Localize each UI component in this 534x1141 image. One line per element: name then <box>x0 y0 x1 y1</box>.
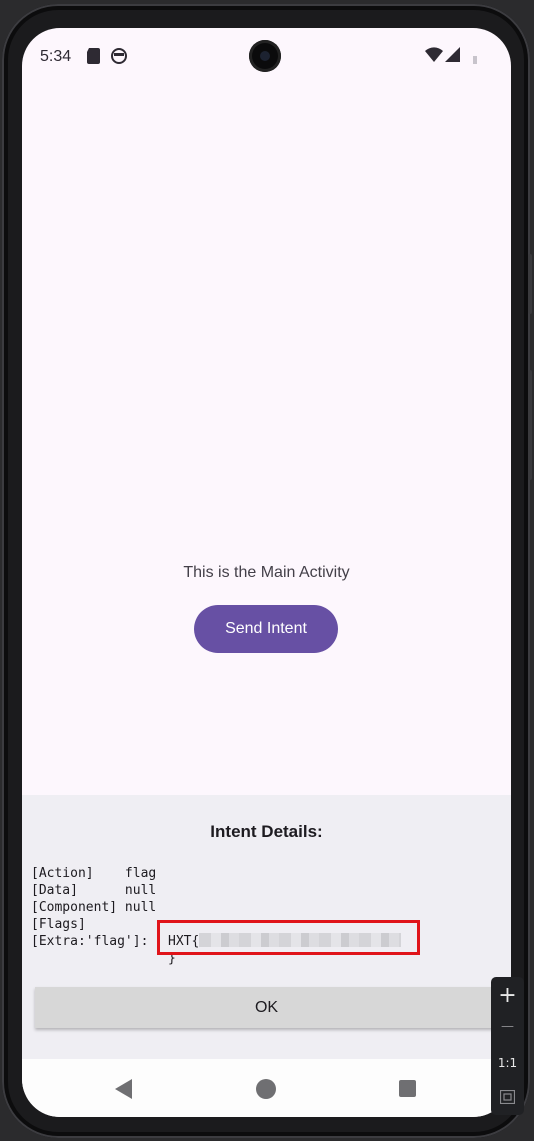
intent-details-list: [Action] flag [Data] null [Component] nu… <box>31 865 402 966</box>
dialog-title: Intent Details: <box>210 822 323 841</box>
intent-line-data: [Data] null <box>31 883 157 898</box>
ok-button[interactable]: OK <box>35 987 498 1028</box>
intent-line-extra-flag: [Extra:'flag']: HXT{} <box>31 933 402 966</box>
zoom-out-button[interactable]: — <box>491 1019 524 1034</box>
extra-flag-key: [Extra:'flag']: <box>31 934 149 949</box>
recent-apps-icon[interactable] <box>399 1080 416 1097</box>
send-intent-button[interactable]: Send Intent <box>194 605 338 653</box>
emulator-zoom-panel: + — 1:1 <box>491 977 524 1115</box>
sd-card-icon <box>87 48 100 64</box>
home-icon[interactable] <box>256 1079 276 1099</box>
zoom-ratio-button[interactable]: 1:1 <box>491 1056 524 1070</box>
main-activity-text: This is the Main Activity <box>183 564 350 581</box>
system-face-icon <box>111 48 127 64</box>
navigation-bar <box>22 1059 511 1117</box>
device-screen: 5:34 This is the Main Activity Send Inte… <box>22 28 511 1117</box>
front-camera <box>249 40 281 72</box>
wifi-icon <box>425 47 443 62</box>
zoom-fit-icon[interactable] <box>500 1090 515 1104</box>
status-time: 5:34 <box>40 48 72 65</box>
back-icon[interactable] <box>115 1079 132 1099</box>
intent-details-dialog: Intent Details: [Action] flag [Data] nul… <box>22 795 511 1059</box>
intent-line-component: [Component] null <box>31 900 157 915</box>
status-bar: 5:34 <box>22 28 511 88</box>
signal-icon <box>445 47 460 62</box>
volume-button <box>528 370 532 480</box>
intent-line-flags: [Flags] <box>31 917 86 932</box>
intent-line-action: [Action] flag <box>31 866 157 881</box>
flag-highlight-box <box>157 920 420 955</box>
battery-icon <box>473 56 477 64</box>
power-button <box>528 254 532 314</box>
zoom-in-button[interactable]: + <box>491 983 524 1008</box>
